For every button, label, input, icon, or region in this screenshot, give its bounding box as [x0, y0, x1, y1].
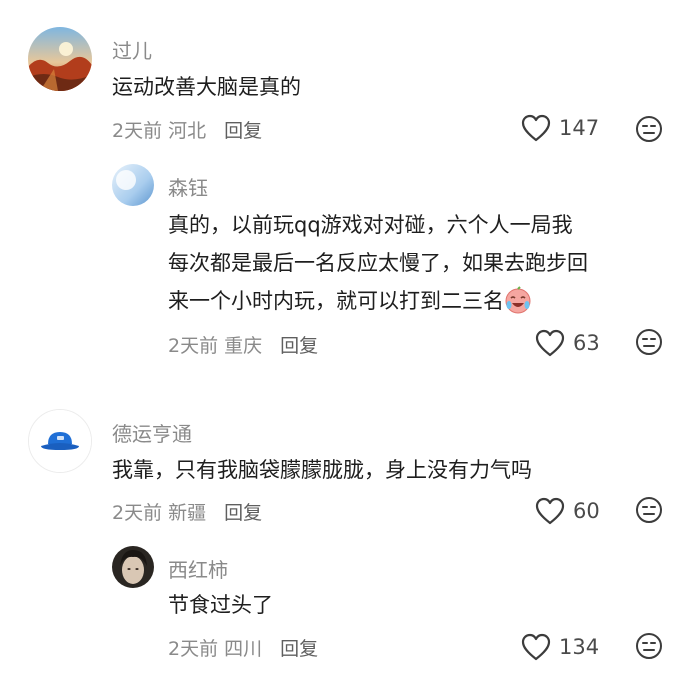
- avatar[interactable]: [112, 546, 154, 588]
- comment-meta: 2天前 新疆 回复: [112, 498, 262, 525]
- like-count: 134: [559, 635, 600, 659]
- dislike-face-icon[interactable]: [635, 115, 663, 143]
- comment-location: 重庆: [224, 335, 263, 357]
- commenter-name[interactable]: 德运亨通: [112, 418, 192, 447]
- comment-location: 新疆: [168, 502, 207, 524]
- comment-location: 河北: [168, 120, 207, 142]
- dislike-face-icon[interactable]: [635, 496, 663, 524]
- like-button[interactable]: 63: [535, 329, 600, 357]
- comment-meta: 2天前 重庆 回复: [168, 331, 318, 358]
- comment-text-line: 每次都是最后一名反应太慢了，如果去跑步回: [168, 251, 588, 275]
- like-count: 63: [573, 331, 600, 355]
- avatar[interactable]: [112, 164, 154, 206]
- avatar[interactable]: [28, 409, 92, 473]
- heart-icon: [521, 633, 551, 661]
- comment-time: 2天前: [168, 335, 219, 357]
- comment-text-line: 真的，以前玩qq游戏对对碰，六个人一局我: [168, 213, 573, 237]
- commenter-name[interactable]: 西红柿: [168, 554, 228, 583]
- dislike-face-icon[interactable]: [635, 632, 663, 660]
- comment-meta: 2天前 河北 回复: [112, 116, 262, 143]
- like-count: 60: [573, 499, 600, 523]
- like-button[interactable]: 147: [521, 114, 599, 142]
- heart-icon: [535, 329, 565, 357]
- comment-text: 我靠，只有我脑袋朦朦胧胧，身上没有力气吗: [112, 458, 532, 482]
- commenter-name[interactable]: 森钰: [168, 172, 208, 201]
- comment-location: 四川: [224, 638, 263, 660]
- reply-button[interactable]: 回复: [280, 335, 318, 357]
- heart-icon: [535, 497, 565, 525]
- avatar[interactable]: [28, 27, 92, 91]
- comment-text: 节食过头了: [168, 593, 273, 617]
- reply-button[interactable]: 回复: [280, 638, 318, 660]
- comment-time: 2天前: [112, 502, 163, 524]
- dislike-face-icon[interactable]: [635, 328, 663, 356]
- comment-text-fragment: 来一个小时内玩，就可以打到二三名: [168, 289, 504, 313]
- reply-button[interactable]: 回复: [224, 502, 262, 524]
- like-count: 147: [559, 116, 600, 140]
- comment-text: 运动改善大脑是真的: [112, 75, 301, 99]
- like-button[interactable]: 60: [535, 497, 600, 525]
- like-button[interactable]: 134: [521, 633, 599, 661]
- comment-time: 2天前: [112, 120, 163, 142]
- reply-button[interactable]: 回复: [224, 120, 262, 142]
- commenter-name[interactable]: 过儿: [112, 35, 152, 64]
- heart-icon: [521, 114, 551, 142]
- crying-laughing-emoji-icon: [505, 286, 531, 314]
- comment-time: 2天前: [168, 638, 219, 660]
- comment-text-line: 来一个小时内玩，就可以打到二三名: [168, 284, 532, 319]
- comment-meta: 2天前 四川 回复: [168, 634, 318, 661]
